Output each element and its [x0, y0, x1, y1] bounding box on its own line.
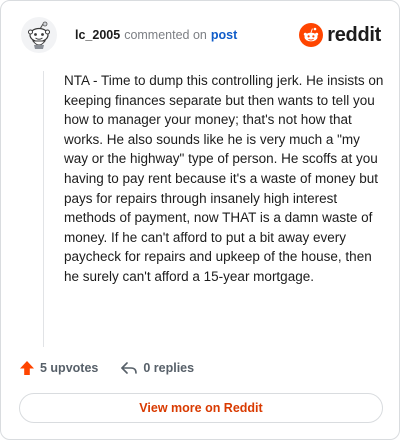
reddit-alien-avatar-icon [28, 21, 50, 49]
upvote-button[interactable]: 5 upvotes [19, 360, 98, 376]
comment-header: lc_2005 commented on post reddit [21, 17, 381, 53]
avatar[interactable] [21, 17, 57, 53]
commented-on-text: commented on [124, 28, 207, 42]
username[interactable]: lc_2005 [75, 28, 120, 42]
reddit-wordmark: reddit [327, 23, 381, 46]
upvote-arrow-icon [20, 361, 34, 375]
comment-meta: lc_2005 commented on post [75, 28, 237, 42]
reddit-logo-icon [299, 23, 324, 47]
view-more-on-reddit-button[interactable]: View more on Reddit [19, 393, 383, 423]
replies-button[interactable]: 0 replies [120, 360, 194, 376]
comment-text: NTA - Time to dump this controlling jerk… [64, 73, 384, 284]
comment-body: NTA - Time to dump this controlling jerk… [43, 71, 384, 347]
reply-arrow-icon [121, 362, 138, 374]
reply-count: 0 replies [143, 361, 195, 375]
reddit-brand-link[interactable]: reddit [299, 23, 381, 47]
comment-actions: 5 upvotes 0 replies [19, 357, 194, 379]
upvote-count: 5 upvotes [40, 361, 99, 375]
post-link[interactable]: post [211, 28, 237, 42]
comment-embed-card: lc_2005 commented on post reddit NTA - T… [0, 0, 400, 440]
